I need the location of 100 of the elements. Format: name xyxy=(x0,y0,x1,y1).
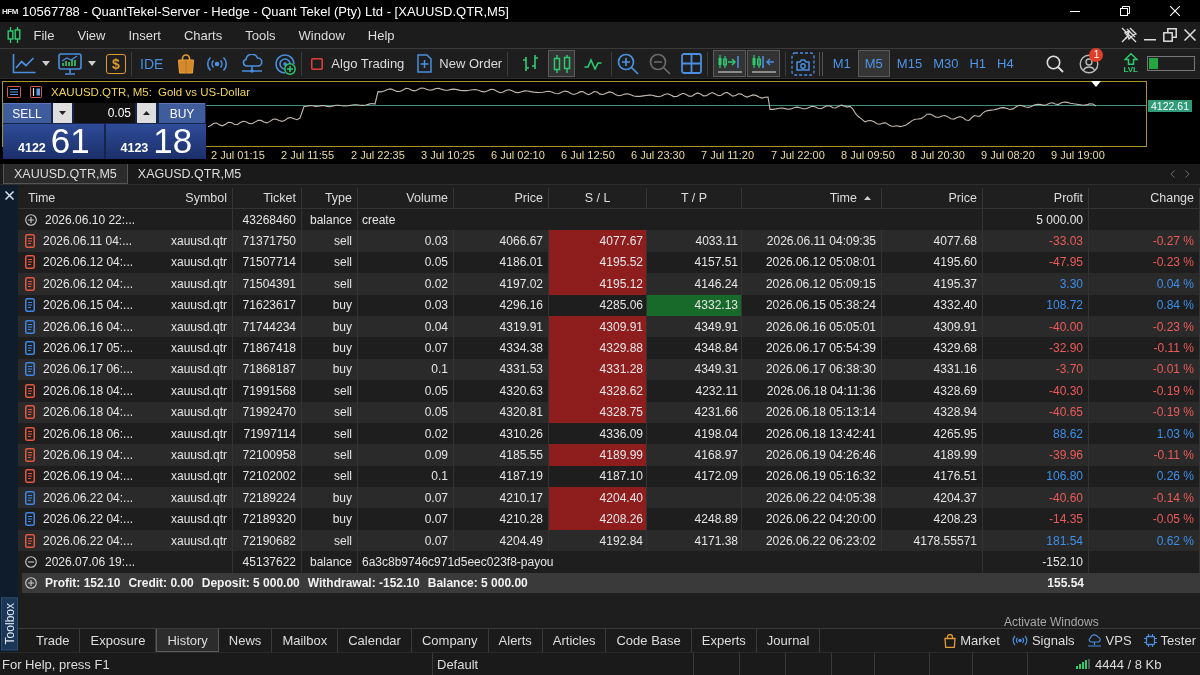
table-row[interactable]: 2026.06.11 04:... xauusd.qtr 71371750 sell 0.03 4066.67 4077.67 4033.11 2026.06.11 04:09:35 4077.68 -33.03 -0.27 % xyxy=(18,230,1200,252)
toolbox-tab[interactable]: History xyxy=(156,629,219,652)
table-row[interactable]: 2026.06.19 04:... xauusd.qtr 72100958 sell 0.09 4185.55 4189.99 4168.97 2026.06.19 04:26:46 4189.99 -39.96 -0.11 % xyxy=(18,444,1200,466)
caret-down-icon[interactable] xyxy=(88,61,96,66)
shopping-bag-icon[interactable] xyxy=(177,53,196,74)
algo-trading-button[interactable]: Algo Trading xyxy=(331,56,405,71)
chart-monitor-icon[interactable] xyxy=(58,52,82,75)
volume-down-button[interactable] xyxy=(53,103,72,123)
plus-circle-icon[interactable] xyxy=(25,213,37,226)
column-header[interactable]: Volume xyxy=(358,188,454,208)
market-button[interactable]: Market xyxy=(944,629,1000,652)
tester-button[interactable]: Tester xyxy=(1143,629,1196,652)
column-header[interactable]: T / P xyxy=(647,188,742,208)
time-axis-label: 7 Jul 22:00 xyxy=(771,149,825,161)
list-icon[interactable] xyxy=(7,86,21,98)
vps-button[interactable]: VPS xyxy=(1086,629,1132,652)
table-row[interactable]: 2026.06.18 04:... xauusd.qtr 71992470 sell 0.05 4320.81 4328.75 4231.66 2026.06.18 05:13:14 4328.94 -40.65 -0.19 % xyxy=(18,401,1200,423)
chevron-right-icon[interactable] xyxy=(1185,170,1190,178)
target-plus-icon[interactable] xyxy=(274,52,297,75)
column-header[interactable]: Time xyxy=(742,188,882,208)
timeframe-button[interactable]: M1 xyxy=(828,50,855,77)
sell-button[interactable]: SELL xyxy=(3,103,51,123)
restore-icon[interactable] xyxy=(1163,28,1177,42)
menu-item[interactable]: View xyxy=(65,27,117,43)
table-row[interactable]: 2026.06.22 04:... xauusd.qtr 72189224 buy 0.07 4210.17 4204.40 2026.06.22 04:05:38 4204.37 -40.60 -0.14 % xyxy=(18,487,1200,509)
timeframe-button[interactable]: M5 xyxy=(857,50,890,77)
table-row[interactable]: 2026.06.16 04:... xauusd.qtr 71744234 buy 0.04 4319.91 4309.91 4349.91 2026.06.16 05:05:01 4309.91 -40.00 -0.23 % xyxy=(18,315,1200,338)
menu-item[interactable]: File xyxy=(22,27,66,43)
table-row[interactable]: 2026.06.12 04:... xauusd.qtr 71504391 sell 0.02 4197.02 4195.12 4146.24 2026.06.12 05:09:15 4195.37 3.30 0.04 % xyxy=(18,273,1200,295)
table-cell: sell xyxy=(302,273,358,295)
broadcast-icon[interactable] xyxy=(206,55,229,72)
timeframe-button[interactable]: H1 xyxy=(965,50,991,77)
table-cell: 4033.11 xyxy=(647,230,742,252)
document-icon xyxy=(25,341,35,356)
chart-shift-button[interactable] xyxy=(713,50,747,77)
chart-tab[interactable]: XAUUSD.QTR,M5 xyxy=(3,164,128,184)
candlestick-button[interactable] xyxy=(548,50,576,77)
sell-price-button[interactable]: 4122 61 xyxy=(3,124,104,159)
column-header[interactable]: Change xyxy=(1089,188,1200,208)
chevron-left-icon[interactable] xyxy=(1170,170,1175,178)
search-icon[interactable] xyxy=(1046,54,1065,73)
ide-button[interactable]: IDE xyxy=(140,55,164,72)
close-icon[interactable] xyxy=(4,191,14,200)
menu-item[interactable]: Tools xyxy=(233,27,288,43)
column-header[interactable]: Price xyxy=(882,188,983,208)
column-header[interactable]: Profit xyxy=(983,188,1089,208)
table-cell: -0.27 % xyxy=(1089,230,1200,252)
table-cell: 2026.06.18 04:11:36 xyxy=(742,380,882,402)
signals-button[interactable]: Signals xyxy=(1011,629,1075,652)
shift-marker-icon[interactable] xyxy=(1091,81,1101,87)
table-cell: 4232.11 xyxy=(647,380,742,402)
restore-icon[interactable] xyxy=(1120,6,1130,16)
column-header[interactable]: S / L xyxy=(549,188,647,208)
zoom-in-icon[interactable] xyxy=(617,52,640,75)
volume-field[interactable]: 0.05 xyxy=(74,103,135,123)
plus-circle-icon[interactable] xyxy=(25,576,37,589)
menu-item[interactable]: Charts xyxy=(172,27,234,43)
table-row[interactable]: 2026.06.17 06:... xauusd.qtr 71868187 buy 0.1 4331.53 4331.28 4349.31 2026.06.17 06:38:30 4331.16 -3.70 -0.01 % xyxy=(18,358,1200,381)
dollar-icon[interactable]: $ xyxy=(106,53,126,74)
column-header[interactable]: Price xyxy=(454,188,549,208)
column-header[interactable]: Time xyxy=(18,188,150,208)
timeframe-button[interactable]: M30 xyxy=(929,50,963,77)
table-cell: 2026.06.12 04:... xyxy=(43,276,134,291)
table-cell: 0.84 % xyxy=(1089,294,1200,316)
minimize-icon[interactable] xyxy=(1070,10,1080,12)
stop-icon[interactable] xyxy=(311,57,324,70)
caret-down-icon[interactable] xyxy=(42,61,50,66)
table-cell: 4348.84 xyxy=(647,337,742,359)
lvl-button[interactable]: LVL xyxy=(1123,53,1138,74)
menu-item[interactable]: Window xyxy=(287,27,357,43)
column-header[interactable]: Type xyxy=(302,188,358,208)
cloud-icon[interactable] xyxy=(241,53,264,74)
menu-item[interactable]: Insert xyxy=(116,27,173,43)
line-chart-icon[interactable] xyxy=(12,53,36,74)
time-axis-label: 7 Jul 11:20 xyxy=(701,149,754,161)
table-cell: 0.07 xyxy=(358,508,454,530)
column-header[interactable]: Ticket xyxy=(233,188,302,208)
timeframe-button[interactable]: H4 xyxy=(993,50,1018,77)
buy-price-button[interactable]: 4123 18 xyxy=(105,124,206,159)
table-cell: 2026.06.16 04:... xyxy=(43,319,134,334)
document-plus-icon[interactable] xyxy=(417,54,433,73)
minus-circle-icon[interactable] xyxy=(25,555,37,568)
close-icon[interactable] xyxy=(1184,29,1196,41)
buy-button[interactable]: BUY xyxy=(159,103,205,123)
menu-item[interactable]: Help xyxy=(356,27,407,43)
unpin-icon[interactable] xyxy=(1121,27,1137,43)
new-order-button[interactable]: New Order xyxy=(439,56,503,71)
screenshot-camera-icon[interactable] xyxy=(791,51,816,76)
auto-scroll-button[interactable] xyxy=(747,50,781,77)
volume-up-button[interactable] xyxy=(137,103,156,123)
chart-window-icon[interactable] xyxy=(30,86,42,98)
time-axis-label: 3 Jul 10:25 xyxy=(421,149,475,161)
chart-tab[interactable]: XAGUSD.QTR,M5 xyxy=(127,164,252,184)
table-row[interactable]: 2026.06.22 04:... xauusd.qtr 72190682 sell 0.07 4204.49 4192.84 4171.38 2026.06.22 06:23:02 4178.55571 181.54 0.62 % xyxy=(18,529,1200,552)
toolbox-label[interactable]: Toolbox xyxy=(0,596,18,650)
column-header[interactable]: Symbol xyxy=(150,188,233,208)
table-cell: 4195.37 xyxy=(882,273,983,295)
table-cell: -0.11 % xyxy=(1089,444,1200,466)
grid-icon[interactable] xyxy=(681,53,703,74)
timeframe-button[interactable]: M15 xyxy=(892,50,927,77)
